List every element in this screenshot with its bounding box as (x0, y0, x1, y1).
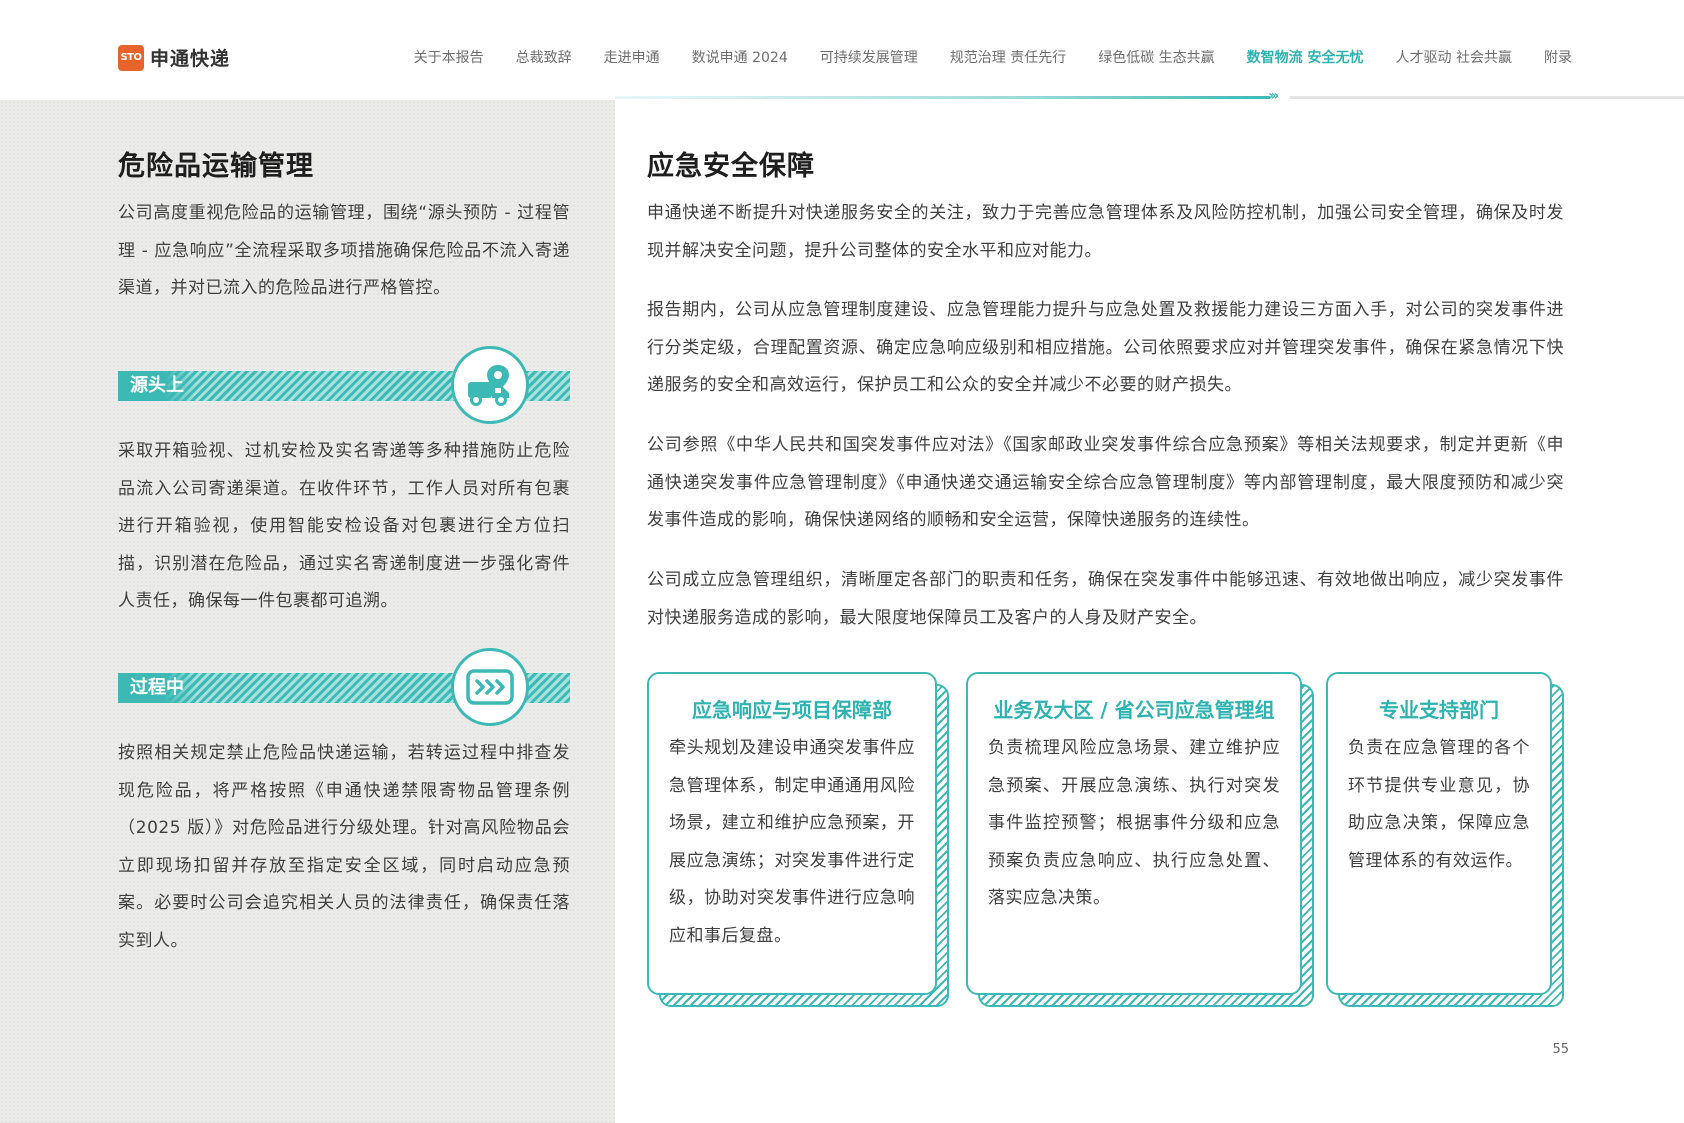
card-panel: 应急响应与项目保障部 牵头规划及建设申通突发事件应急管理体系，制定申通通用风险场… (647, 672, 937, 995)
progress-line-active (615, 96, 1270, 99)
nav-item-ceo-message[interactable]: 总裁致辞 (516, 47, 572, 67)
org-card-support-dept: 专业支持部门 负责在应急管理的各个环节提供专业意见，协助应急决策，保障应急管理体… (1326, 672, 1564, 1007)
card-body: 负责在应急管理的各个环节提供专业意见，协助应急决策，保障应急管理体系的有效运作。 (1348, 738, 1530, 871)
nav-item-governance[interactable]: 规范治理 责任先行 (950, 47, 1066, 67)
page-number: 55 (1552, 1042, 1569, 1057)
progress-line-rest (1290, 96, 1684, 99)
card-title: 应急响应与项目保障部 (692, 698, 892, 722)
nav-item-about-report[interactable]: 关于本报告 (414, 47, 484, 67)
logo-mark: STO (118, 44, 144, 71)
process-flow-icon (451, 648, 529, 726)
brand-logo[interactable]: STO 申通快递 (118, 44, 230, 71)
dangerous-goods-title: 危险品运输管理 (118, 151, 314, 182)
nav-item-appendix[interactable]: 附录 (1544, 47, 1572, 67)
emergency-paragraph-3: 公司参照《中华人民共和国突发事件应对法》《国家邮政业突发事件综合应急预案》等相关… (647, 435, 1564, 530)
nav-item-sustainability-management[interactable]: 可持续发展管理 (820, 47, 918, 67)
source-measures-text: 采取开箱验视、过机安检及实名寄递等多种措施防止危险品流入公司寄递渠道。在收件环节… (118, 441, 570, 611)
dangerous-goods-intro: 公司高度重视危险品的运输管理，围绕“源头预防 - 过程管理 - 应急响应”全流程… (118, 203, 570, 298)
org-card-regional-group: 业务及大区 / 省公司应急管理组 负责梳理风险应急场景、建立维护应急预案、开展应… (966, 672, 1314, 1007)
emergency-paragraph-2: 报告期内，公司从应急管理制度建设、应急管理能力提升与应急处置及救援能力建设三方面… (647, 300, 1564, 395)
nav-item-about-sto[interactable]: 走进申通 (604, 47, 660, 67)
top-nav: 关于本报告 总裁致辞 走进申通 数说申通 2024 可持续发展管理 规范治理 责… (382, 47, 1572, 67)
nav-item-smart-logistics[interactable]: 数智物流 安全无忧 (1247, 47, 1364, 67)
truck-location-icon (451, 346, 529, 424)
emergency-paragraph-4: 公司成立应急管理组织，清晰厘定各部门的职责和任务，确保在突发事件中能够迅速、有效… (647, 570, 1564, 628)
card-body: 负责梳理风险应急场景、建立维护应急预案、开展应急演练、执行对突发事件监控预警；根… (988, 738, 1280, 908)
process-measures-text: 按照相关规定禁止危险品快递运输，若转运过程中排查发现危险品，将严格按照《申通快递… (118, 743, 570, 951)
section-progress-indicator: ››› (615, 88, 1684, 104)
card-panel: 业务及大区 / 省公司应急管理组 负责梳理风险应急场景、建立维护应急预案、开展应… (966, 672, 1302, 995)
card-title: 专业支持部门 (1379, 698, 1499, 722)
card-title: 业务及大区 / 省公司应急管理组 (993, 698, 1275, 722)
page-header: STO 申通快递 关于本报告 总裁致辞 走进申通 数说申通 2024 可持续发展… (0, 0, 1684, 100)
nav-item-sto-in-numbers[interactable]: 数说申通 2024 (692, 47, 788, 67)
nav-item-green-low-carbon[interactable]: 绿色低碳 生态共赢 (1098, 47, 1214, 67)
source-tag-label: 源头上 (118, 371, 196, 401)
process-tag-label: 过程中 (118, 673, 196, 703)
nav-item-talent[interactable]: 人才驱动 社会共赢 (1396, 47, 1512, 67)
card-panel: 专业支持部门 负责在应急管理的各个环节提供专业意见，协助应急决策，保障应急管理体… (1326, 672, 1552, 995)
emergency-paragraph-1: 申通快递不断提升对快递服务安全的关注，致力于完善应急管理体系及风险防控机制，加强… (647, 203, 1564, 261)
emergency-safety-title: 应急安全保障 (647, 151, 815, 182)
logo-text: 申通快递 (150, 48, 231, 70)
card-body: 牵头规划及建设申通突发事件应急管理体系，制定申通通用风险场景，建立和维护应急预案… (669, 738, 915, 946)
org-card-response-dept: 应急响应与项目保障部 牵头规划及建设申通突发事件应急管理体系，制定申通通用风险场… (647, 672, 949, 1007)
